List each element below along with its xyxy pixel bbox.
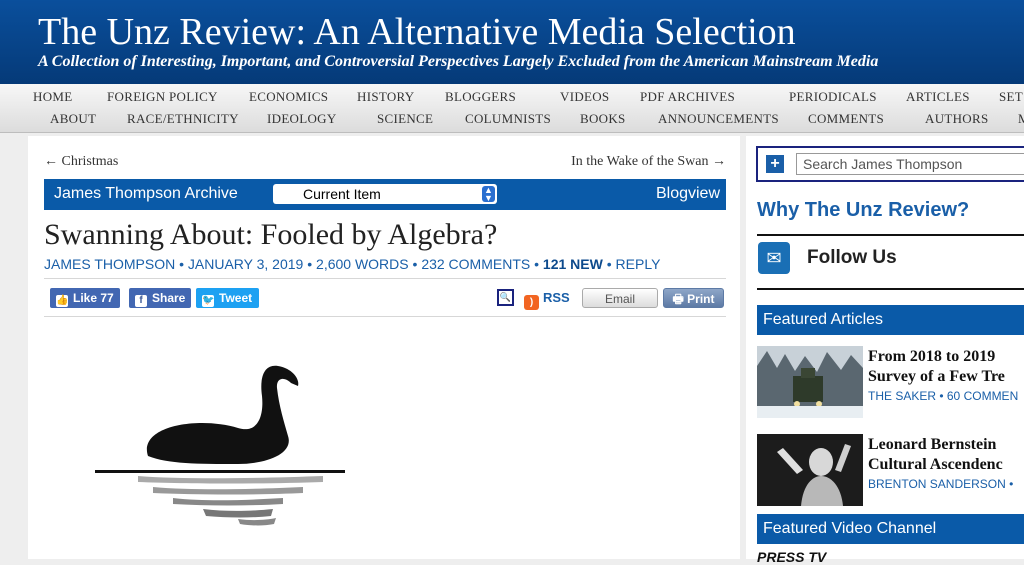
share-label: Share	[152, 291, 186, 305]
nav-books[interactable]: BOOKS	[580, 111, 626, 127]
post-meta: JAMES THOMPSON • JANUARY 3, 2019 • 2,600…	[44, 256, 660, 272]
nav-announcements[interactable]: ANNOUNCEMENTS	[658, 111, 779, 127]
next-post-link[interactable]: In the Wake of the Swan →	[571, 154, 726, 170]
nav-home[interactable]: HOME	[33, 89, 72, 105]
nav-history[interactable]: HISTORY	[357, 89, 414, 105]
printer-icon: 🖶	[672, 292, 684, 306]
follow-us-heading[interactable]: Follow Us	[807, 247, 897, 269]
select-arrows-icon: ▲ ▼	[482, 186, 495, 203]
prev-post-link[interactable]: ← Christmas	[44, 154, 118, 170]
archive-bar: James Thompson Archive Current Item ▲ ▼ B…	[44, 179, 726, 210]
nav-periodicals[interactable]: PERIODICALS	[789, 89, 877, 105]
facebook-like-button[interactable]: 👍 Like 77	[50, 288, 120, 308]
sidebar: + Search James Thompson Why The Unz Revi…	[746, 136, 1024, 565]
nav-bloggers[interactable]: BLOGGERS	[445, 89, 516, 105]
why-unz-review-link[interactable]: Why The Unz Review?	[757, 199, 969, 222]
nav-economics[interactable]: ECONOMICS	[249, 89, 328, 105]
article-title[interactable]: Survey of a Few Tre	[868, 367, 1005, 387]
nav-pdf-archives[interactable]: PDF ARCHIVES	[640, 89, 735, 105]
divider	[44, 278, 726, 279]
post-title: Swanning About: Fooled by Algebra?	[44, 218, 498, 251]
meta-separator: •	[412, 256, 418, 272]
nav-settings[interactable]: SET	[999, 89, 1023, 105]
article-title[interactable]: Leonard Bernstein	[868, 435, 996, 455]
post-reply-link[interactable]: REPLY	[616, 256, 661, 272]
nav-science[interactable]: SCIENCE	[377, 111, 433, 127]
rss-link[interactable]: ) RSS	[524, 290, 570, 310]
meta-separator: •	[307, 256, 313, 272]
facebook-share-button[interactable]: f Share	[129, 288, 191, 308]
black-swan-image	[95, 365, 345, 526]
nav-ideology[interactable]: IDEOLOGY	[267, 111, 337, 127]
article-thumbnail[interactable]	[757, 346, 863, 418]
tweet-label: Tweet	[219, 291, 253, 305]
divider	[44, 316, 726, 317]
featured-articles-heading: Featured Articles	[757, 305, 1024, 335]
post-word-count: 2,600 WORDS	[316, 256, 409, 272]
envelope-icon[interactable]: ✉	[758, 242, 790, 274]
meta-separator: •	[606, 256, 612, 272]
divider	[757, 288, 1024, 290]
article-title[interactable]: Cultural Ascendenc	[868, 455, 1003, 475]
archive-select-value: Current Item	[303, 186, 381, 202]
article-meta[interactable]: THE SAKER • 60 COMMEN	[868, 389, 1018, 403]
article-meta[interactable]: BRENTON SANDERSON •	[868, 477, 1013, 491]
meta-separator: •	[534, 256, 540, 272]
post-comments-link[interactable]: 232 COMMENTS	[421, 256, 530, 272]
email-button[interactable]: Email	[582, 288, 658, 308]
nav-about[interactable]: ABOUT	[50, 111, 96, 127]
nav-race-ethnicity[interactable]: RACE/ETHNICITY	[127, 111, 239, 127]
archive-select[interactable]: Current Item ▲ ▼	[273, 184, 497, 204]
masthead: The Unz Review: An Alternative Media Sel…	[0, 0, 1024, 84]
nav-authors[interactable]: AUTHORS	[925, 111, 989, 127]
nav-comments[interactable]: COMMENTS	[808, 111, 884, 127]
nav-more[interactable]: M	[1018, 111, 1024, 127]
main-nav: HOME FOREIGN POLICY ECONOMICS HISTORY BL…	[0, 84, 1024, 133]
post-date: JANUARY 3, 2019	[187, 256, 304, 272]
nav-videos[interactable]: VIDEOS	[560, 89, 609, 105]
rss-icon: )	[524, 295, 539, 310]
article-title[interactable]: From 2018 to 2019	[868, 347, 995, 367]
main-content: ← Christmas In the Wake of the Swan → Ja…	[28, 136, 740, 559]
nav-foreign-policy[interactable]: FOREIGN POLICY	[107, 89, 218, 105]
search-input[interactable]: Search James Thompson	[796, 153, 1024, 175]
thumbs-up-icon: 👍	[56, 295, 69, 307]
press-tv-label[interactable]: PRESS TV	[757, 549, 826, 565]
print-label: Print	[687, 292, 715, 306]
divider	[757, 234, 1024, 236]
twitter-bird-icon: 🐦	[202, 295, 215, 307]
featured-video-heading: Featured Video Channel	[757, 514, 1024, 544]
nav-row-1: HOME FOREIGN POLICY ECONOMICS HISTORY BL…	[0, 89, 1024, 109]
search-icon[interactable]: 🔍	[497, 289, 514, 306]
like-count: 77	[100, 291, 114, 305]
nav-articles[interactable]: ARTICLES	[906, 89, 970, 105]
sidebar-search: + Search James Thompson	[756, 146, 1024, 182]
post-author[interactable]: JAMES THOMPSON	[44, 256, 175, 272]
facebook-icon: f	[135, 295, 147, 307]
site-title[interactable]: The Unz Review: An Alternative Media Sel…	[38, 10, 796, 54]
like-label: Like	[73, 291, 98, 305]
plus-icon[interactable]: +	[766, 155, 784, 173]
article-thumbnail[interactable]	[757, 434, 863, 506]
nav-row-2: ABOUT RACE/ETHNICITY IDEOLOGY SCIENCE CO…	[0, 111, 1024, 131]
nav-columnists[interactable]: COLUMNISTS	[465, 111, 551, 127]
print-button[interactable]: 🖶 Print	[663, 288, 724, 308]
blogview-link[interactable]: Blogview	[656, 185, 720, 203]
post-new-comments-link[interactable]: 121 NEW	[543, 256, 603, 272]
tweet-button[interactable]: 🐦 Tweet	[196, 288, 259, 308]
rss-label: RSS	[543, 290, 570, 305]
site-tagline: A Collection of Interesting, Important, …	[38, 53, 879, 70]
meta-separator: •	[179, 256, 184, 272]
archive-title[interactable]: James Thompson Archive	[54, 185, 238, 203]
